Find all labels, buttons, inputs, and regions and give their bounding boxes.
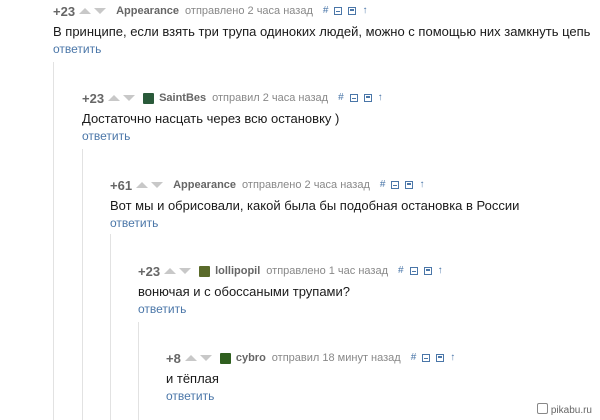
comment-rating: +23 [138,263,161,279]
avatar[interactable] [219,352,231,364]
save-icon[interactable] [348,7,357,15]
collapse-icon[interactable] [334,7,343,15]
comment-text: В принципе, если взять три трупа одиноки… [53,24,591,39]
reply-link[interactable]: ответить [138,302,598,317]
vote-up-icon[interactable] [164,268,177,274]
vote-up-icon[interactable] [108,95,121,101]
comment-author[interactable]: cybro [236,352,266,364]
avatar[interactable] [199,265,211,277]
comment-author[interactable]: SaintBes [159,92,206,104]
save-icon[interactable] [363,94,372,102]
parent-arrow-icon[interactable]: ↑ [378,93,383,103]
permalink-hash-icon[interactable]: # [323,6,329,16]
collapse-icon[interactable] [422,354,431,362]
comment-author[interactable]: lollipopil [215,265,260,277]
permalink-hash-icon[interactable]: # [380,180,386,190]
parent-arrow-icon[interactable]: ↑ [362,6,367,16]
vote-down-icon[interactable] [123,95,136,101]
thread-line [82,149,83,420]
comment-rating: +8 [166,350,181,366]
parent-arrow-icon[interactable]: ↑ [450,353,455,363]
comment: +23 lollipopil отправлено 1 час назад # … [138,263,598,317]
comment-text: Вот мы и обрисовали, какой была бы подоб… [110,198,520,213]
comment-header: +8 cybro отправил 18 минут назад # ↑ [166,350,598,366]
comment-rating: +61 [110,177,133,193]
collapse-icon[interactable] [349,94,358,102]
vote-up-icon[interactable] [136,182,149,188]
pikabu-logo-icon [536,403,548,414]
comment-header: +61 Appearance отправлено 2 часа назад #… [110,177,598,193]
parent-arrow-icon[interactable]: ↑ [419,180,424,190]
comment-author[interactable]: Appearance [173,179,236,191]
collapse-icon[interactable] [391,181,400,189]
reply-link[interactable]: ответить [82,129,598,144]
vote-down-icon[interactable] [199,355,212,361]
comment-header: +23 SaintBes отправил 2 часа назад # ↑ [82,90,598,106]
comment-timestamp: отправил 18 минут назад [271,352,401,364]
parent-arrow-icon[interactable]: ↑ [438,266,443,276]
watermark: pikabu.ru [536,403,592,416]
comment-timestamp: отправлено 1 час назад [266,265,388,277]
comment-timestamp: отправлено 2 часа назад [242,179,370,191]
collapse-icon[interactable] [409,267,418,275]
comment-text: Достаточно насцать через всю остановку ) [82,111,340,126]
comment: +23 Appearance отправлено 2 часа назад #… [53,3,598,57]
save-icon[interactable] [436,354,445,362]
comment-header: +23 lollipopil отправлено 1 час назад # … [138,263,598,279]
reply-link[interactable]: ответить [166,389,598,404]
thread-line [110,234,111,420]
permalink-hash-icon[interactable]: # [338,93,344,103]
save-icon[interactable] [405,181,414,189]
avatar[interactable] [143,92,155,104]
vote-up-icon[interactable] [184,355,197,361]
watermark-text: pikabu.ru [550,405,592,416]
vote-down-icon[interactable] [151,182,164,188]
thread-line [53,62,54,420]
reply-link[interactable]: ответить [53,42,598,57]
comment-header: +23 Appearance отправлено 2 часа назад #… [53,3,598,19]
comment: +8 cybro отправил 18 минут назад # ↑ и т… [166,350,598,404]
vote-down-icon[interactable] [94,8,107,14]
vote-up-icon[interactable] [79,8,92,14]
vote-down-icon[interactable] [179,268,192,274]
comment: +23 SaintBes отправил 2 часа назад # ↑ Д… [82,90,598,144]
permalink-hash-icon[interactable]: # [411,353,417,363]
save-icon[interactable] [423,267,432,275]
reply-link[interactable]: ответить [110,216,598,231]
comment: +61 Appearance отправлено 2 часа назад #… [110,177,598,231]
comment-timestamp: отправлено 2 часа назад [185,5,313,17]
comment-rating: +23 [82,90,105,106]
comment-text: и тёплая [166,371,219,386]
thread-line [138,322,139,420]
comment-rating: +23 [53,3,76,19]
permalink-hash-icon[interactable]: # [398,266,404,276]
comment-text: вонючая и с обоссаными трупами? [138,284,350,299]
comment-author[interactable]: Appearance [116,5,179,17]
comment-timestamp: отправил 2 часа назад [212,92,329,104]
